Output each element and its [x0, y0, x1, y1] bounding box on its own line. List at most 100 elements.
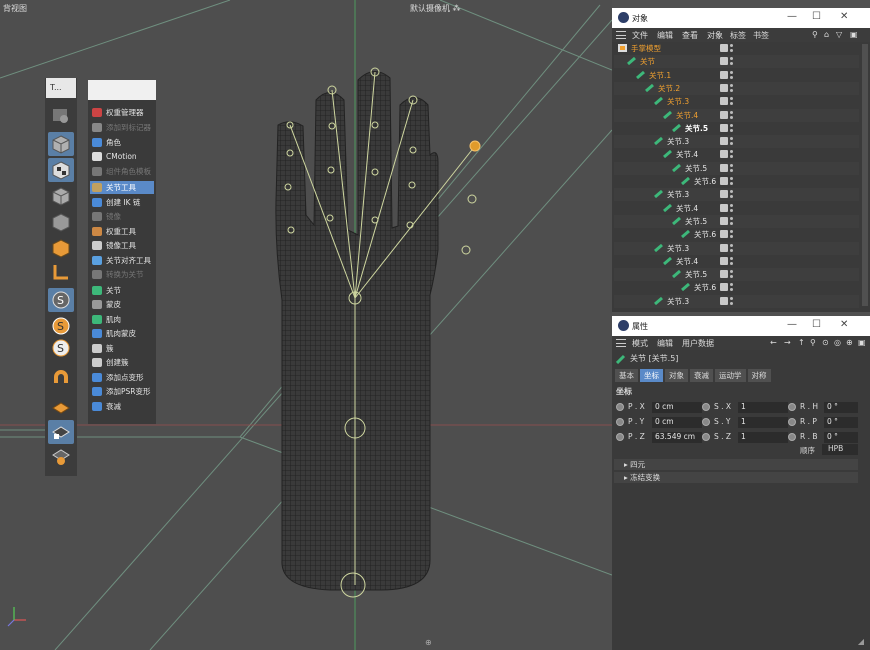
field-value-input[interactable]: 0 ° [824, 417, 858, 428]
menu-view[interactable]: 查看 [682, 30, 698, 41]
target-icon[interactable]: ◎ [834, 338, 841, 347]
spline-s-white-button[interactable]: S [48, 336, 74, 360]
field-value-input[interactable]: 0 cm [652, 402, 702, 413]
render-dots-icon[interactable] [730, 296, 733, 306]
tree-row[interactable]: 关节.5 [614, 122, 859, 135]
render-dots-icon[interactable] [730, 123, 733, 133]
keyframe-radio[interactable] [702, 418, 710, 426]
close-icon[interactable]: ✕ [840, 319, 848, 330]
keyframe-radio[interactable] [788, 418, 796, 426]
render-dots-icon[interactable] [730, 229, 733, 239]
tree-row[interactable]: 关节.6 [614, 228, 859, 241]
search-icon[interactable]: ⚲ [810, 338, 816, 347]
new-panel-icon[interactable]: ⊕ [846, 338, 853, 347]
tree-row[interactable]: 关节.3 [614, 241, 859, 255]
menu-item[interactable]: 转换为关节 [90, 268, 154, 281]
visibility-checkbox[interactable] [720, 123, 728, 132]
attribute-tab[interactable]: 对象 [665, 369, 688, 382]
render-dots-icon[interactable] [730, 189, 733, 199]
menu-item[interactable]: 关节对齐工具 [90, 254, 154, 267]
menu-item[interactable]: 簇 [90, 342, 154, 355]
quaternion-section[interactable]: ▸ 四元 [614, 459, 858, 470]
render-dots-icon[interactable] [730, 216, 733, 226]
field-value-input[interactable]: 63.549 cm [652, 432, 702, 443]
menu-user-data[interactable]: 用户数据 [682, 338, 714, 349]
menu-item[interactable]: 角色 [90, 136, 154, 149]
menu-item[interactable]: 衰减 [90, 400, 154, 413]
visibility-checkbox[interactable] [720, 216, 728, 225]
deformer-grid-button[interactable] [48, 396, 74, 420]
render-dots-icon[interactable] [730, 70, 733, 80]
field-value-input[interactable]: 0 cm [652, 417, 702, 428]
menu-object[interactable]: 对象 [707, 30, 723, 41]
tree-row[interactable]: 关节.1 [614, 69, 859, 82]
visibility-checkbox[interactable] [720, 270, 728, 279]
visibility-checkbox[interactable] [720, 243, 728, 252]
lock-icon[interactable]: ⊙ [822, 338, 829, 347]
minimize-icon[interactable]: — [787, 319, 797, 330]
attribute-tab[interactable]: 坐标 [640, 369, 663, 382]
viewport-title[interactable]: 背视图 [3, 3, 27, 14]
field-value-input[interactable]: 0 ° [824, 432, 858, 443]
tree-row[interactable]: 关节.4 [614, 202, 859, 215]
subdivision-cube-button[interactable] [48, 184, 74, 208]
tree-row[interactable]: 关节.3 [614, 188, 859, 202]
home-icon[interactable]: ⌂ [824, 30, 829, 39]
attribute-tab[interactable]: 运动学 [715, 369, 746, 382]
render-dots-icon[interactable] [730, 96, 733, 106]
keyframe-radio[interactable] [788, 403, 796, 411]
menu-item[interactable]: 镜像 [90, 210, 154, 223]
keyframe-radio[interactable] [616, 433, 624, 441]
keyframe-radio[interactable] [702, 403, 710, 411]
tree-row[interactable]: 关节.3 [614, 135, 859, 149]
visibility-checkbox[interactable] [720, 256, 728, 265]
visibility-checkbox[interactable] [720, 97, 728, 106]
visibility-checkbox[interactable] [720, 44, 728, 52]
field-value-input[interactable]: 0 ° [824, 402, 858, 413]
keyframe-radio[interactable] [788, 433, 796, 441]
box-cube-button[interactable] [48, 210, 74, 234]
tree-row[interactable]: 关节.5 [614, 161, 859, 175]
hamburger-icon[interactable] [616, 31, 626, 39]
field-value-input[interactable]: 1 [738, 402, 788, 413]
menu-item[interactable]: 蒙皮 [90, 298, 154, 311]
close-icon[interactable]: ✕ [840, 11, 848, 22]
visibility-checkbox[interactable] [720, 190, 728, 199]
maximize-icon[interactable]: ☐ [812, 11, 821, 22]
tree-row[interactable]: 关节.5 [614, 214, 859, 228]
palette-header[interactable]: T... [46, 78, 76, 98]
attribute-tab[interactable]: 对称 [747, 369, 771, 382]
camera-label[interactable]: 默认摄像机 ⁂ [410, 3, 461, 14]
menu-edit[interactable]: 编辑 [657, 338, 673, 349]
visibility-checkbox[interactable] [720, 177, 728, 185]
menu-tags[interactable]: 标签 [730, 30, 746, 41]
keyframe-radio[interactable] [616, 403, 624, 411]
dock-icon[interactable]: ▣ [858, 338, 866, 347]
tree-row[interactable]: 关节.4 [614, 108, 859, 122]
visibility-checkbox[interactable] [720, 70, 728, 79]
attribute-tab[interactable]: 衰减 [690, 369, 713, 382]
menu-item[interactable]: 关节 [90, 284, 154, 297]
visibility-checkbox[interactable] [720, 163, 728, 172]
visibility-checkbox[interactable] [720, 83, 728, 92]
magnet-button[interactable] [48, 366, 74, 390]
menu-item[interactable]: 肌肉蒙皮 [90, 327, 154, 340]
keyframe-radio[interactable] [616, 418, 624, 426]
order-dropdown[interactable]: HPB [822, 444, 858, 455]
field-value-input[interactable]: 1 [738, 432, 788, 443]
checker-cube-button[interactable] [48, 158, 74, 182]
tree-row[interactable]: 关节.3 [614, 95, 859, 108]
tree-row[interactable]: 关节 [614, 55, 859, 69]
tree-row[interactable]: 关节.6 [614, 175, 859, 188]
solid-cube-button[interactable] [48, 236, 74, 260]
visibility-checkbox[interactable] [720, 230, 728, 239]
render-dots-icon[interactable] [730, 256, 733, 266]
maximize-icon[interactable]: ☐ [812, 319, 821, 330]
menu-item[interactable]: 创建 IK 链 [90, 196, 154, 209]
hamburger-icon[interactable] [616, 339, 626, 347]
render-dots-icon[interactable] [730, 269, 733, 279]
up-arrow-icon[interactable]: ↑ [798, 338, 805, 347]
tree-row[interactable]: 手掌模型 [614, 42, 859, 55]
render-dots-icon[interactable] [730, 163, 733, 173]
visibility-checkbox[interactable] [720, 203, 728, 212]
